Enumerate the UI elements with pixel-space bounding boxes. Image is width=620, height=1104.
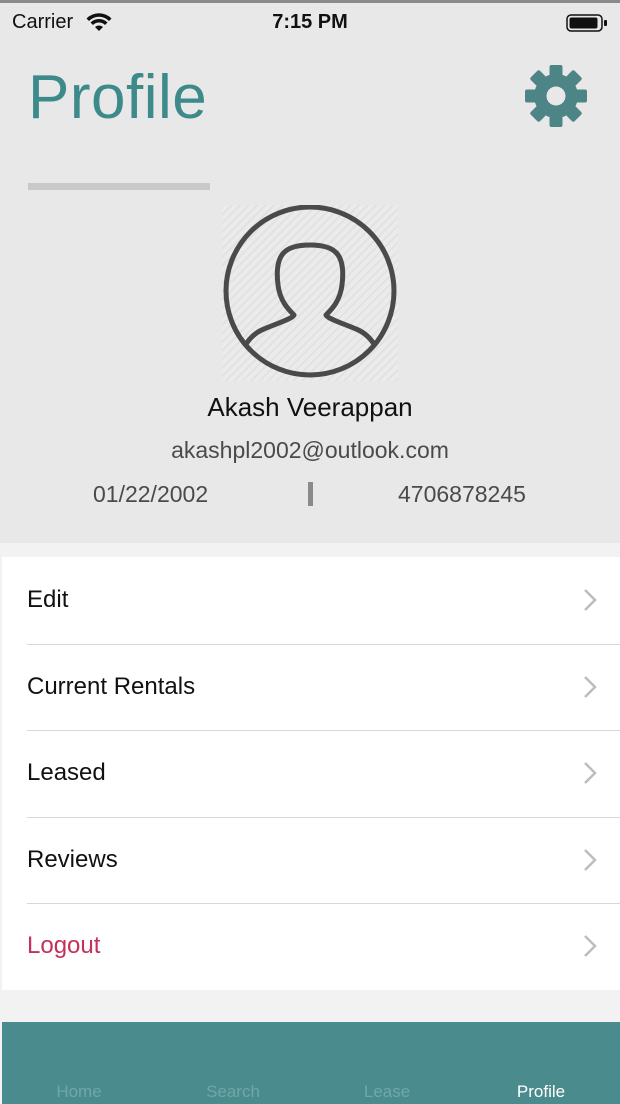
person-silhouette-icon bbox=[223, 204, 397, 378]
info-divider bbox=[308, 482, 313, 506]
chevron-right-icon bbox=[584, 935, 597, 957]
page-title: Profile bbox=[28, 63, 208, 132]
menu-item-edit[interactable]: Edit bbox=[2, 557, 620, 644]
tab-home[interactable]: Home bbox=[2, 1082, 156, 1102]
tab-bar: Home Search Lease Profile bbox=[2, 1022, 620, 1104]
menu-item-logout[interactable]: Logout bbox=[2, 903, 620, 990]
app-screen: Carrier 7:15 PM Profile Akash Veerappan … bbox=[0, 0, 620, 1104]
profile-header: Profile Akash Veerappan akashpl2002@outl… bbox=[0, 40, 620, 543]
menu-item-leased[interactable]: Leased bbox=[2, 730, 620, 817]
battery-icon bbox=[566, 14, 607, 32]
status-bar: Carrier 7:15 PM bbox=[0, 0, 620, 40]
menu-item-label: Current Rentals bbox=[27, 672, 196, 700]
title-underline bbox=[28, 183, 210, 190]
menu-item-current-rentals[interactable]: Current Rentals bbox=[2, 643, 620, 731]
user-phone: 4706878245 bbox=[398, 481, 526, 507]
user-birthdate: 01/22/2002 bbox=[93, 481, 209, 507]
menu-item-label: Leased bbox=[27, 759, 106, 787]
chevron-right-icon bbox=[584, 589, 597, 611]
profile-menu: Edit Current Rentals Leased Reviews Logo… bbox=[2, 557, 620, 990]
user-name: Akash Veerappan bbox=[207, 392, 413, 422]
menu-item-label: Logout bbox=[27, 932, 101, 960]
menu-item-reviews[interactable]: Reviews bbox=[2, 816, 620, 904]
gear-icon[interactable] bbox=[524, 64, 588, 128]
chevron-right-icon bbox=[584, 762, 597, 784]
menu-item-label: Edit bbox=[27, 586, 69, 614]
tab-profile[interactable]: Profile bbox=[464, 1082, 618, 1102]
user-email: akashpl2002@outlook.com bbox=[171, 437, 449, 463]
tab-search[interactable]: Search bbox=[156, 1082, 310, 1102]
menu-item-label: Reviews bbox=[27, 845, 118, 873]
tab-lease[interactable]: Lease bbox=[310, 1082, 464, 1102]
chevron-right-icon bbox=[584, 675, 597, 698]
chevron-right-icon bbox=[584, 848, 597, 871]
avatar[interactable] bbox=[222, 204, 398, 381]
clock: 7:15 PM bbox=[272, 11, 348, 33]
